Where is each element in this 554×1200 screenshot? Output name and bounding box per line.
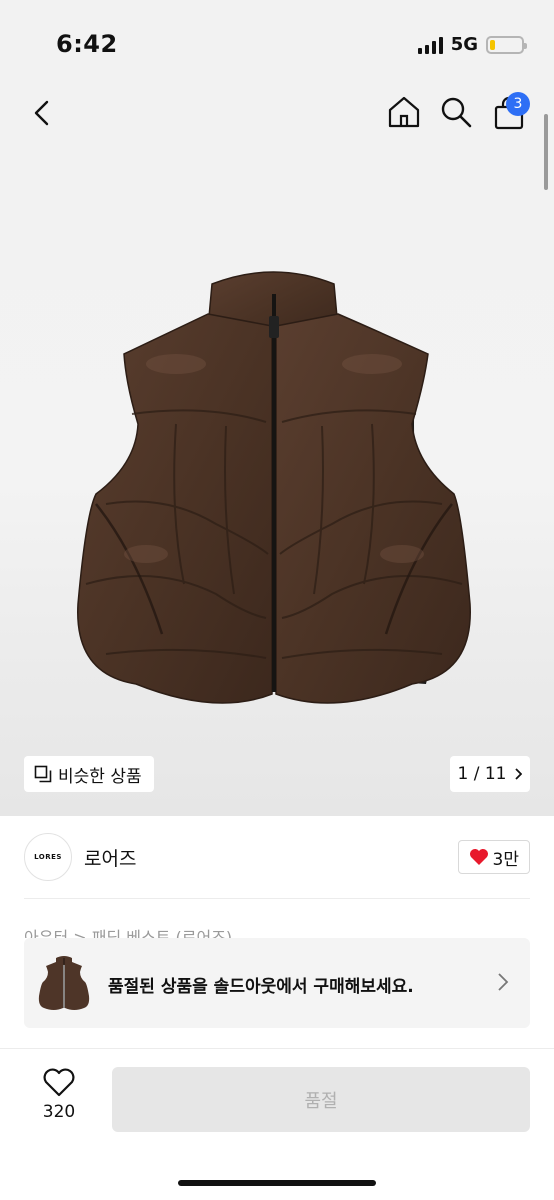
home-indicator[interactable] bbox=[178, 1180, 376, 1186]
battery-icon bbox=[486, 35, 527, 54]
brand-name[interactable]: 로어즈 bbox=[84, 844, 136, 871]
heart-outline-icon bbox=[43, 1068, 75, 1097]
image-pager-label: 1 / 11 bbox=[457, 764, 507, 784]
similar-items-icon bbox=[34, 765, 52, 783]
divider bbox=[24, 898, 530, 899]
soldout-banner[interactable]: 품절된 상품을 솔드아웃에서 구매해보세요. bbox=[24, 938, 530, 1028]
chevron-right-icon bbox=[515, 768, 523, 780]
breadcrumb[interactable]: 아우터 > 패딩 베스트 (로어즈) bbox=[24, 924, 232, 938]
image-pager[interactable]: 1 / 11 bbox=[450, 756, 530, 792]
soldout-banner-text: 품절된 상품을 솔드아웃에서 구매해보세요. bbox=[108, 977, 414, 997]
similar-products-button[interactable]: 비슷한 상품 bbox=[24, 756, 154, 792]
brand-row: LORES 로어즈 3만 bbox=[0, 816, 554, 898]
brand-like-button[interactable]: 3만 bbox=[457, 840, 530, 874]
signal-icon bbox=[417, 36, 443, 54]
heart-filled-icon bbox=[469, 849, 488, 865]
back-icon[interactable] bbox=[28, 98, 58, 128]
battery-level bbox=[490, 39, 495, 50]
brand-like-count: 3만 bbox=[492, 849, 519, 870]
status-indicators: 5G bbox=[417, 34, 527, 55]
sold-out-button[interactable]: 품절 bbox=[112, 1067, 530, 1132]
bottom-bar-divider bbox=[0, 1048, 554, 1049]
product-image[interactable] bbox=[66, 254, 482, 724]
status-time: 6:42 bbox=[56, 30, 118, 58]
scrollbar-thumb[interactable] bbox=[544, 114, 548, 190]
cart-count-badge[interactable]: 3 bbox=[506, 92, 530, 116]
similar-products-label: 비슷한 상품 bbox=[58, 766, 142, 787]
status-bar: 6:42 5G bbox=[0, 0, 554, 84]
network-label: 5G bbox=[450, 34, 478, 55]
home-icon[interactable] bbox=[386, 94, 422, 130]
brand-logo[interactable]: LORES bbox=[24, 833, 72, 881]
search-icon[interactable] bbox=[440, 96, 472, 128]
favorite-button[interactable]: 320 bbox=[30, 1068, 88, 1128]
soldout-product-thumbnail bbox=[38, 956, 90, 1010]
chevron-right-icon bbox=[498, 973, 509, 991]
product-gallery[interactable]: 3 비슷한 상품 1 / 11 bbox=[0, 84, 554, 816]
favorite-count: 320 bbox=[42, 1102, 76, 1122]
